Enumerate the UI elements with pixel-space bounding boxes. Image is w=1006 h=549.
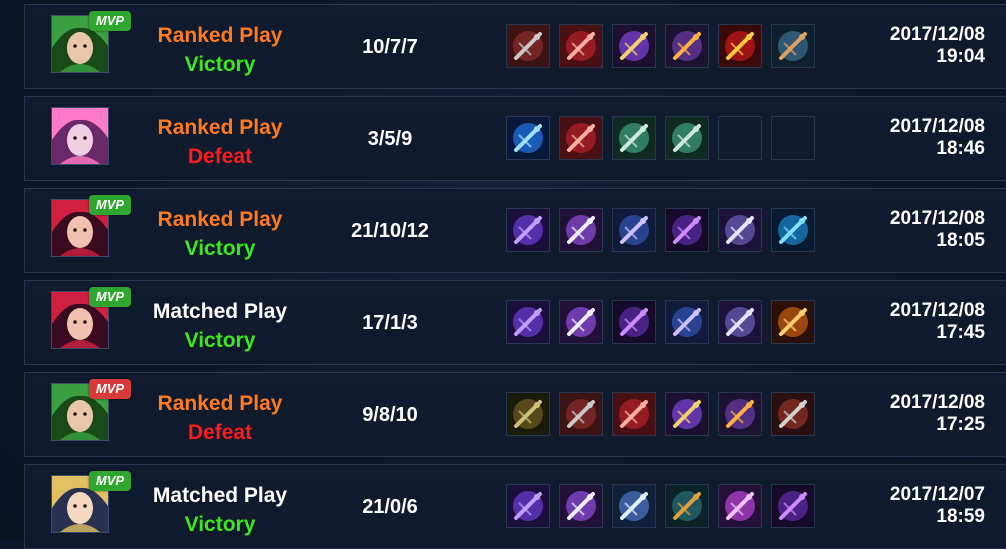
kda-score: 9/8/10 — [362, 404, 418, 426]
purple-crossbow-item-icon — [506, 208, 550, 252]
game-mode: Ranked Play — [157, 116, 283, 139]
purple-spear-item-icon — [665, 392, 709, 436]
match-row[interactable]: MVP Ranked Play Defeat 9/8/10 2017/12/08 17:2… — [24, 372, 1006, 457]
game-mode: Ranked Play — [157, 24, 283, 47]
match-datetime: 2017/12/08 18:46 — [890, 116, 985, 160]
blue-boots-item-icon — [612, 208, 656, 252]
dark-crown-item-icon — [612, 300, 656, 344]
match-datetime: 2017/12/07 18:59 — [890, 484, 985, 528]
match-date: 2017/12/08 — [889, 392, 985, 413]
green-tome-item-icon — [612, 116, 656, 160]
match-datetime: 2017/12/08 19:04 — [890, 24, 985, 68]
fire-orb-item-icon — [771, 300, 815, 344]
match-date: 2017/12/08 — [889, 300, 985, 321]
purple-crossbow-item-icon — [506, 484, 550, 528]
match-time: 18:59 — [936, 506, 985, 527]
ornate-blade-item-icon — [665, 24, 709, 68]
purple-ring-item-icon — [718, 484, 762, 528]
empty-item-slot — [771, 116, 815, 160]
scroll-item-icon — [718, 300, 762, 344]
empty-item-slot — [718, 116, 762, 160]
winged-boots-item-icon — [612, 484, 656, 528]
match-result: Victory — [184, 329, 256, 352]
mvp-badge: MVP — [89, 379, 131, 399]
red-boots-item-icon — [559, 116, 603, 160]
red-amulet-item-icon — [718, 24, 762, 68]
match-row[interactable]: MVP Ranked Play Victory 10/7/7 2017/12/08 19:… — [24, 4, 1006, 89]
match-row[interactable]: Ranked Play Defeat 3/5/9 2017/12/08 18:46 — [24, 96, 1006, 181]
blue-staff-item-icon — [771, 208, 815, 252]
match-time: 18:46 — [936, 138, 985, 159]
match-result: Defeat — [187, 145, 253, 168]
shield-item-icon — [665, 484, 709, 528]
kda-score: 21/10/12 — [351, 220, 429, 242]
dark-crown-item-icon — [665, 208, 709, 252]
blue-orb-item-icon — [506, 116, 550, 160]
purple-spear-item-icon — [612, 24, 656, 68]
mvp-badge: MVP — [89, 11, 131, 31]
match-row[interactable]: MVP Ranked Play Victory 21/10/12 2017/12/08 1… — [24, 188, 1006, 273]
match-row[interactable]: MVP Matched Play Victory 17/1/3 2017/12/08 17… — [24, 280, 1006, 365]
ornate-blade-item-icon — [718, 392, 762, 436]
winged-claw-item-icon — [559, 208, 603, 252]
match-datetime: 2017/12/08 18:05 — [890, 208, 985, 252]
match-time: 18:05 — [936, 230, 985, 251]
match-result: Victory — [184, 237, 256, 260]
match-time: 19:04 — [936, 46, 985, 67]
hammer-item-icon — [771, 392, 815, 436]
match-result: Victory — [184, 513, 256, 536]
kda-score: 17/1/3 — [362, 312, 418, 334]
crossed-swords-item-icon — [771, 24, 815, 68]
match-date: 2017/12/08 — [889, 24, 985, 45]
match-date: 2017/12/08 — [889, 116, 985, 137]
match-datetime: 2017/12/08 17:45 — [890, 300, 985, 344]
game-mode: Matched Play — [152, 300, 288, 323]
blue-boots-item-icon — [665, 300, 709, 344]
dark-armor-item-icon — [506, 24, 550, 68]
dark-crown-item-icon — [771, 484, 815, 528]
winged-claw-item-icon — [559, 300, 603, 344]
mvp-badge: MVP — [89, 471, 131, 491]
match-time: 17:45 — [936, 322, 985, 343]
purple-crossbow-item-icon — [506, 300, 550, 344]
match-date: 2017/12/08 — [889, 208, 985, 229]
match-result: Victory — [184, 53, 256, 76]
mvp-badge: MVP — [89, 195, 131, 215]
match-row[interactable]: MVP Matched Play Victory 21/0/6 2017/12/07 18… — [24, 464, 1006, 549]
kda-score: 3/5/9 — [367, 128, 413, 150]
pink-haired-hero-portrait — [52, 108, 108, 164]
red-boots-item-icon — [559, 24, 603, 68]
red-boots-item-icon — [612, 392, 656, 436]
hero-avatar — [51, 107, 109, 165]
dark-armor-item-icon — [559, 392, 603, 436]
match-datetime: 2017/12/08 17:25 — [890, 392, 985, 436]
game-mode: Matched Play — [152, 484, 288, 507]
kda-score: 21/0/6 — [362, 496, 418, 518]
mvp-badge: MVP — [89, 287, 131, 307]
match-date: 2017/12/07 — [889, 484, 985, 505]
winged-claw-item-icon — [559, 484, 603, 528]
match-history-list: MVP Ranked Play Victory 10/7/7 2017/12/08 19:… — [0, 0, 1006, 549]
game-mode: Ranked Play — [157, 208, 283, 231]
scroll-item-icon — [718, 208, 762, 252]
game-mode: Ranked Play — [157, 392, 283, 415]
crossbow-item-icon — [506, 392, 550, 436]
match-result: Defeat — [187, 421, 253, 444]
match-time: 17:25 — [936, 414, 985, 435]
green-tome-item-icon — [665, 116, 709, 160]
kda-score: 10/7/7 — [362, 36, 418, 58]
